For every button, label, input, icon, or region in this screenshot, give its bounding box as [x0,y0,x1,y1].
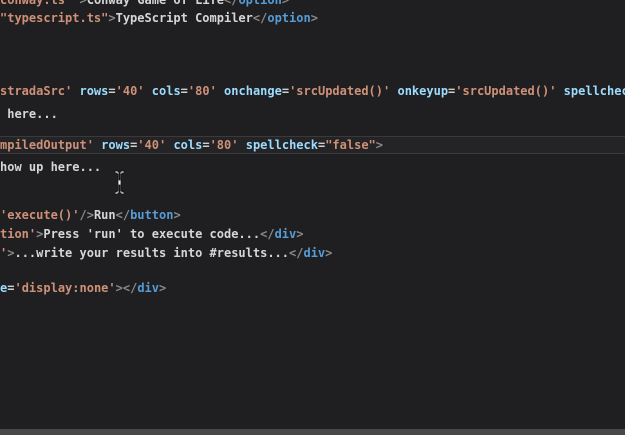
code-token-text: how up here... [0,160,101,174]
code-token-eq: = [282,84,289,98]
code-token-attr: spellcheck [246,138,318,152]
code-token-punc: /> [79,208,93,222]
code-token-str: '40' [116,84,145,98]
code-token-text [238,138,245,152]
code-line[interactable]: here... [0,106,625,123]
code-line[interactable]: "typescript.ts">TypeScript Compiler</opt… [0,10,625,27]
code-token-text [556,84,563,98]
code-token-punc: > [108,11,115,25]
code-token-attr: rows [79,84,108,98]
code-token-text: Run [94,208,116,222]
code-line[interactable]: 'execute()'/>Run</button> [0,207,625,224]
window-bottom-bar [0,429,625,435]
code-token-punc: </ [123,281,137,295]
code-token-text [217,84,224,98]
code-token-str: 'srcUpdated()' [455,84,556,98]
code-token-str: 'display:none' [14,281,115,295]
code-token-str: stradaSrc' [0,84,72,98]
code-token-str: '80' [210,138,239,152]
code-line[interactable]: conway.ts' >Conway Game of Life</option> [0,0,625,9]
code-token-attr: spellcheck [564,84,625,98]
code-token-str: "typescript.ts" [0,11,108,25]
code-token-tag: div [275,227,297,241]
code-token-punc: > [116,281,123,295]
code-token-str: 'srcUpdated()' [289,84,390,98]
code-token-str: '80' [188,84,217,98]
code-line[interactable]: '>...write your results into #results...… [0,245,625,262]
code-token-str: mpiledOutput' [0,138,94,152]
code-token-text: TypeScript Compiler [116,11,253,25]
code-token-tag: div [137,281,159,295]
code-token-punc: > [282,0,289,7]
code-token-punc: </ [253,11,267,25]
code-token-tag: option [238,0,281,7]
code-line[interactable]: mpiledOutput' rows='40' cols='80' spellc… [0,137,625,154]
code-token-text: Conway Game of Life [87,0,224,7]
code-token-text: Press 'run' to execute code... [43,227,260,241]
code-token-punc: </ [289,246,303,260]
code-token-attr: cols [152,84,181,98]
code-token-punc: </ [224,0,238,7]
code-token-punc: > [376,138,383,152]
code-token-text: ...write your results into #results... [14,246,289,260]
code-token-tag: button [130,208,173,222]
code-token-eq: = [108,84,115,98]
code-token-punc: > [79,0,86,7]
code-token-text [145,84,152,98]
code-token-punc: > [159,281,166,295]
code-token-punc: > [325,246,332,260]
code-line[interactable]: how up here... [0,159,625,176]
code-line[interactable]: stradaSrc' rows='40' cols='80' onchange=… [0,83,625,100]
code-token-punc: > [296,227,303,241]
code-token-punc: </ [260,227,274,241]
code-token-punc: </ [116,208,130,222]
code-token-punc: > [173,208,180,222]
code-token-str: conway.ts' [0,0,72,7]
code-token-eq: = [202,138,209,152]
code-token-str: 'execute()' [0,208,79,222]
code-token-text: here... [0,107,58,121]
code-line[interactable]: e='display:none'></div> [0,280,625,297]
code-token-str: '40' [137,138,166,152]
code-token-tag: option [267,11,310,25]
code-token-str: "false" [325,138,376,152]
code-token-attr: cols [173,138,202,152]
code-token-str: tion' [0,227,36,241]
code-token-punc: > [311,11,318,25]
code-line[interactable]: tion' > Press 'run' to execute code...</di… [0,226,625,243]
code-token-attr: onkeyup [397,84,448,98]
code-editor[interactable]: conway.ts' >Conway Game of Life</option>… [0,0,625,429]
code-token-attr: onchange [224,84,282,98]
code-token-eq: = [181,84,188,98]
code-token-tag: div [303,246,325,260]
code-token-attr: rows [101,138,130,152]
